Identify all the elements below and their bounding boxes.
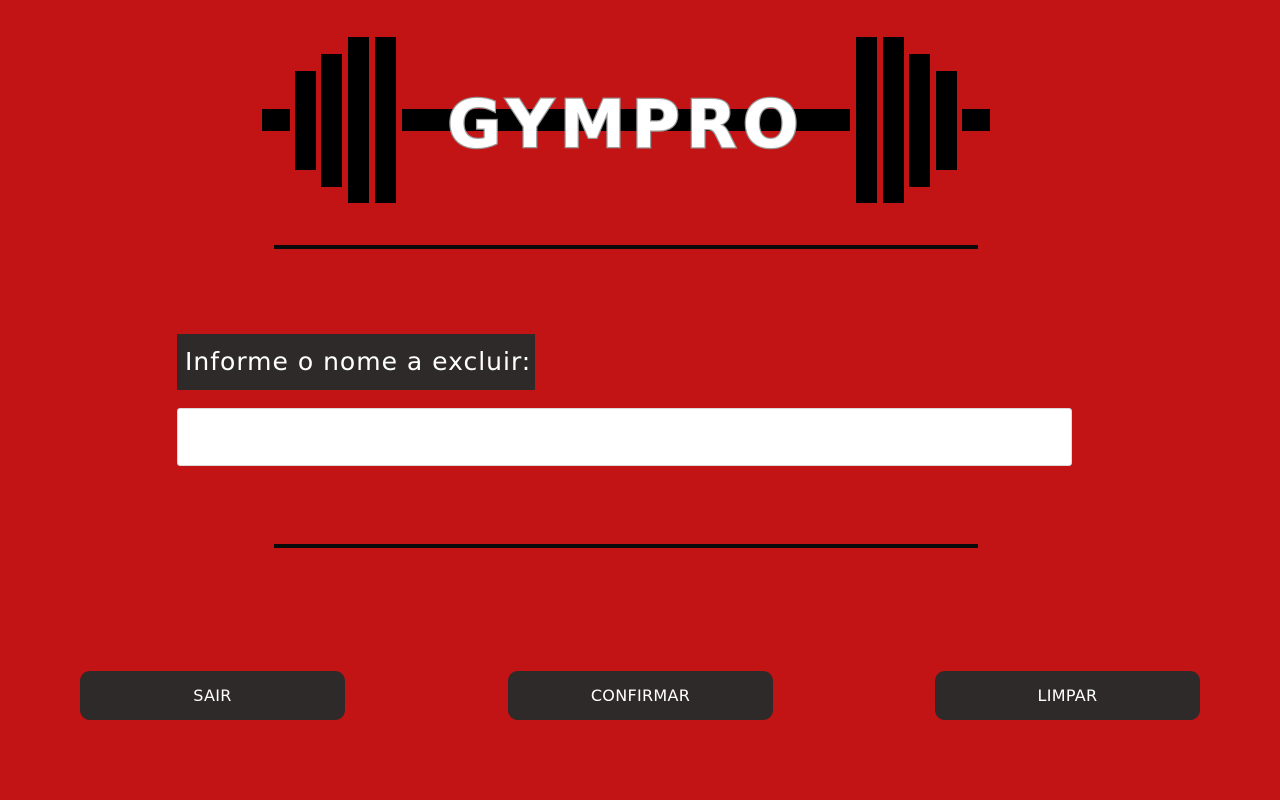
name-to-delete-input[interactable]	[177, 408, 1072, 466]
prompt-label: Informe o nome a excluir:	[177, 334, 536, 390]
confirm-button[interactable]: CONFIRMAR	[508, 671, 773, 720]
logo-text: GYMPRO	[447, 86, 805, 163]
bottom-divider	[274, 544, 978, 548]
gympro-logo: GYMPRO	[262, 36, 990, 204]
exit-button[interactable]: SAIR	[80, 671, 345, 720]
top-divider	[274, 245, 978, 249]
clear-button[interactable]: LIMPAR	[935, 671, 1200, 720]
